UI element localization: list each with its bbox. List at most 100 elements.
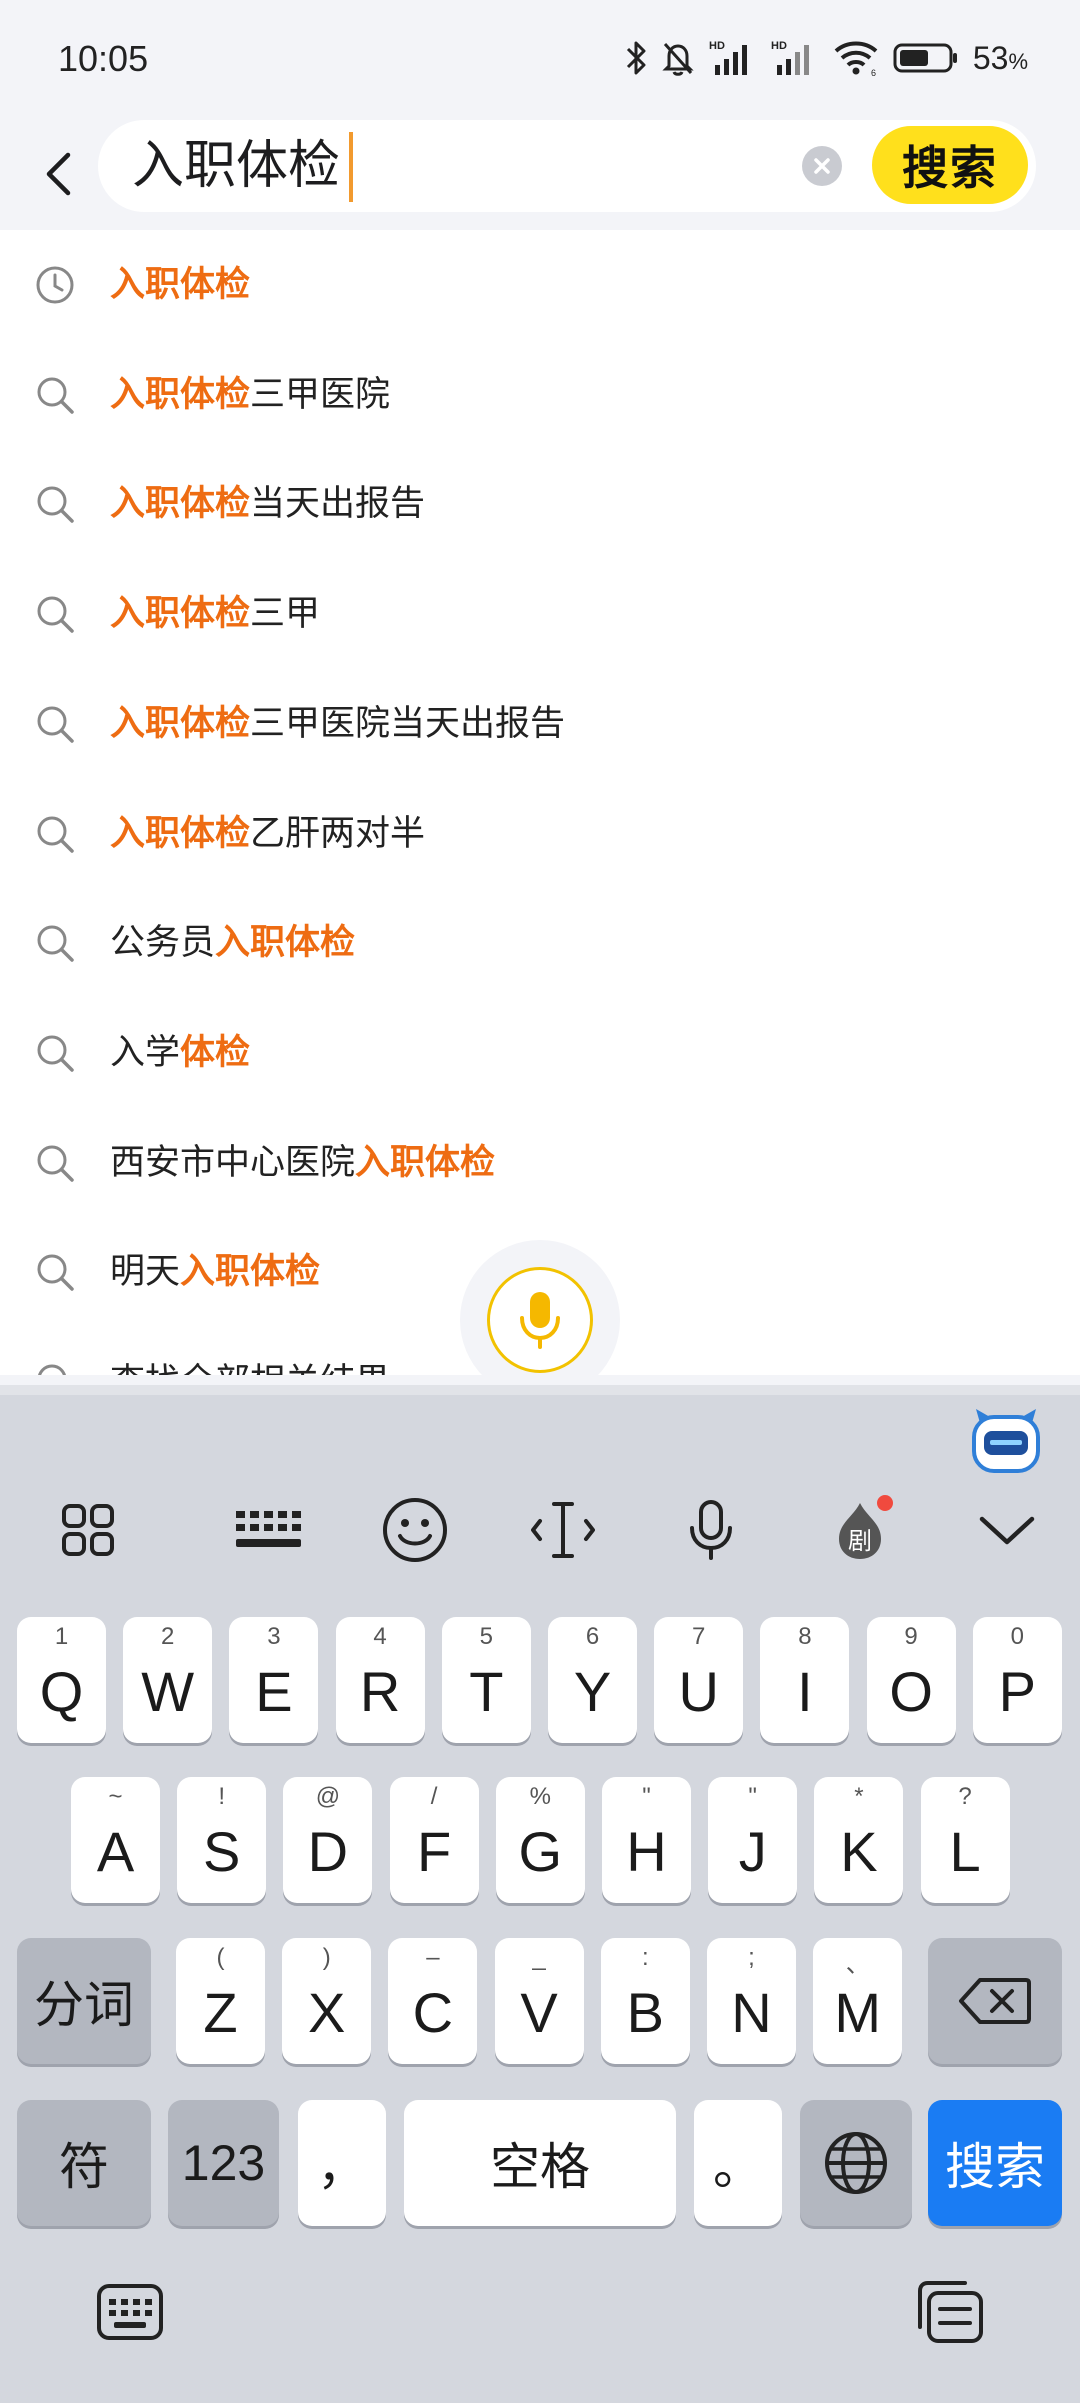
drama-icon[interactable]: 剧 — [815, 1485, 905, 1575]
emoji-icon[interactable] — [370, 1485, 460, 1575]
key-i[interactable]: 8I — [760, 1617, 850, 1743]
comma-key[interactable]: ， — [298, 2100, 386, 2226]
period-key[interactable]: 。 — [694, 2100, 782, 2226]
suggestion-part: 查找全部相关结果 — [110, 1362, 390, 1375]
key-hint: 6 — [585, 1623, 600, 1650]
suggestion-item[interactable]: 入职体检 — [0, 230, 1080, 340]
suggestion-text: 入职体检 — [110, 260, 250, 310]
key-z[interactable]: (Z — [176, 1938, 265, 2064]
clipboard-icon[interactable] — [908, 2270, 992, 2354]
symbol-key[interactable]: 符 — [17, 2100, 151, 2226]
suggestion-highlight: 入职体检 — [355, 1142, 496, 1183]
suggestion-item[interactable]: 公务员入职体检 — [0, 888, 1080, 998]
key-g[interactable]: % G — [495, 1777, 585, 1903]
wifi-icon: 6 — [833, 39, 879, 77]
symbol-key-label: 符 — [59, 2139, 109, 2195]
enter-search-key[interactable]: 搜索 — [928, 2100, 1062, 2226]
key-k[interactable]: * K — [814, 1777, 904, 1903]
backspace-icon — [959, 1978, 1031, 2024]
key-hint: " — [748, 1783, 757, 1810]
suggestion-highlight: 入职体检 — [110, 813, 251, 854]
suggestion-text: 查找全部相关结果 — [110, 1357, 390, 1375]
keyboard-mascot-icon[interactable] — [968, 1405, 1044, 1477]
keyboard-switch-icon[interactable] — [88, 2270, 172, 2354]
svg-text:HD: HD — [771, 40, 787, 52]
key-u[interactable]: 7U — [654, 1617, 744, 1743]
suggestion-item[interactable]: 入职体检乙肝两对半 — [0, 779, 1080, 889]
key-p[interactable]: 0P — [972, 1617, 1062, 1743]
signal-hd-1-icon: HD — [709, 39, 757, 77]
key-n[interactable]: ; N — [707, 1938, 796, 2064]
suggestion-highlight: 体检 — [180, 1032, 251, 1073]
key-h[interactable]: " H — [602, 1777, 691, 1903]
collapse-keyboard-icon[interactable] — [962, 1485, 1052, 1575]
key-a[interactable]: ~ A — [71, 1777, 160, 1903]
key-hint: ! — [218, 1783, 226, 1810]
keyboard-layout-icon[interactable] — [223, 1485, 313, 1575]
space-key-label: 空格 — [490, 2139, 590, 2195]
suggestion-item[interactable]: 入职体检当天出报告 — [0, 449, 1080, 559]
key-letter: B — [626, 1981, 664, 2044]
suggestion-item[interactable]: 西安市中心医院入职体检 — [0, 1108, 1080, 1218]
key-letter: E — [255, 1660, 293, 1723]
key-hint: : — [641, 1944, 649, 1971]
search-input[interactable]: 入职体检 — [132, 133, 340, 199]
cursor-move-icon[interactable] — [518, 1485, 608, 1575]
key-v[interactable]: _ V — [494, 1938, 584, 2064]
key-letter: O — [889, 1660, 933, 1723]
suggestion-text: 入职体检三甲 — [110, 589, 320, 639]
suggestion-part: 明天 — [110, 1252, 181, 1293]
key-s[interactable]: ! S — [177, 1777, 267, 1903]
key-y[interactable]: 6Y — [548, 1617, 637, 1743]
voice-input-icon[interactable] — [666, 1485, 756, 1575]
search-box[interactable]: 入职体检 搜索 — [98, 120, 1036, 212]
key-f[interactable]: / F — [389, 1777, 479, 1903]
key-letter: D — [307, 1820, 349, 1883]
key-hint: 1 — [54, 1623, 69, 1650]
key-letter: V — [520, 1981, 558, 2044]
key-r[interactable]: 4R — [335, 1617, 425, 1743]
suggestion-item[interactable]: 入职体检三甲 — [0, 559, 1080, 669]
battery-icon — [893, 41, 959, 75]
suggestion-item[interactable]: 入职体检三甲医院当天出报告 — [0, 669, 1080, 779]
key-e[interactable]: 3E — [229, 1617, 319, 1743]
key-c[interactable]: – C — [388, 1938, 478, 2064]
key-t[interactable]: 5T — [441, 1617, 531, 1743]
clear-input-button[interactable] — [802, 146, 842, 186]
key-hint: @ — [315, 1783, 341, 1810]
key-letter: P — [998, 1660, 1036, 1723]
key-hint: ) — [322, 1944, 331, 1971]
suggestion-highlight: 入职体检 — [110, 703, 251, 744]
suggestion-part: 当天出报告 — [250, 484, 426, 525]
space-key[interactable]: 空格 — [404, 2100, 676, 2226]
key-o[interactable]: 9O — [866, 1617, 956, 1743]
key-w[interactable]: 2W — [123, 1617, 213, 1743]
apps-grid-icon[interactable] — [43, 1485, 133, 1575]
segment-key[interactable]: 分词 — [17, 1938, 151, 2064]
suggestion-highlight: 入职体检 — [110, 374, 251, 415]
suggestion-item[interactable]: 入学体检 — [0, 998, 1080, 1108]
voice-search-button[interactable] — [487, 1267, 593, 1373]
backspace-key[interactable] — [928, 1938, 1062, 2064]
suggestion-list: 入职体检 入职体检三甲医院 入职体检当天出报告 入职体检三甲 入职体检三甲医院当天出报告… — [0, 230, 1080, 1375]
key-j[interactable]: " J — [708, 1777, 798, 1903]
key-hint: 3 — [267, 1623, 281, 1650]
language-switch-key[interactable] — [800, 2100, 912, 2226]
back-button[interactable] — [34, 134, 82, 214]
number-key[interactable]: 123 — [168, 2100, 279, 2226]
key-b[interactable]: :B — [600, 1938, 690, 2064]
suggestion-item[interactable]: 入职体检三甲医院 — [0, 340, 1080, 450]
key-letter: H — [626, 1820, 667, 1883]
key-d[interactable]: @ D — [283, 1777, 373, 1903]
key-hint: ? — [958, 1783, 972, 1810]
search-button[interactable]: 搜索 — [872, 126, 1028, 204]
search-icon — [35, 1252, 75, 1292]
suggestion-text: 入职体检三甲医院当天出报告 — [110, 699, 565, 749]
key-letter: K — [840, 1820, 878, 1883]
key-q[interactable]: 1Q — [17, 1617, 106, 1743]
key-m[interactable]: 、 M — [813, 1938, 903, 2064]
key-letter: F — [416, 1820, 452, 1883]
key-letter: X — [308, 1981, 346, 2044]
key-x[interactable]: ) X — [282, 1938, 372, 2064]
key-l[interactable]: ? L — [920, 1777, 1010, 1903]
